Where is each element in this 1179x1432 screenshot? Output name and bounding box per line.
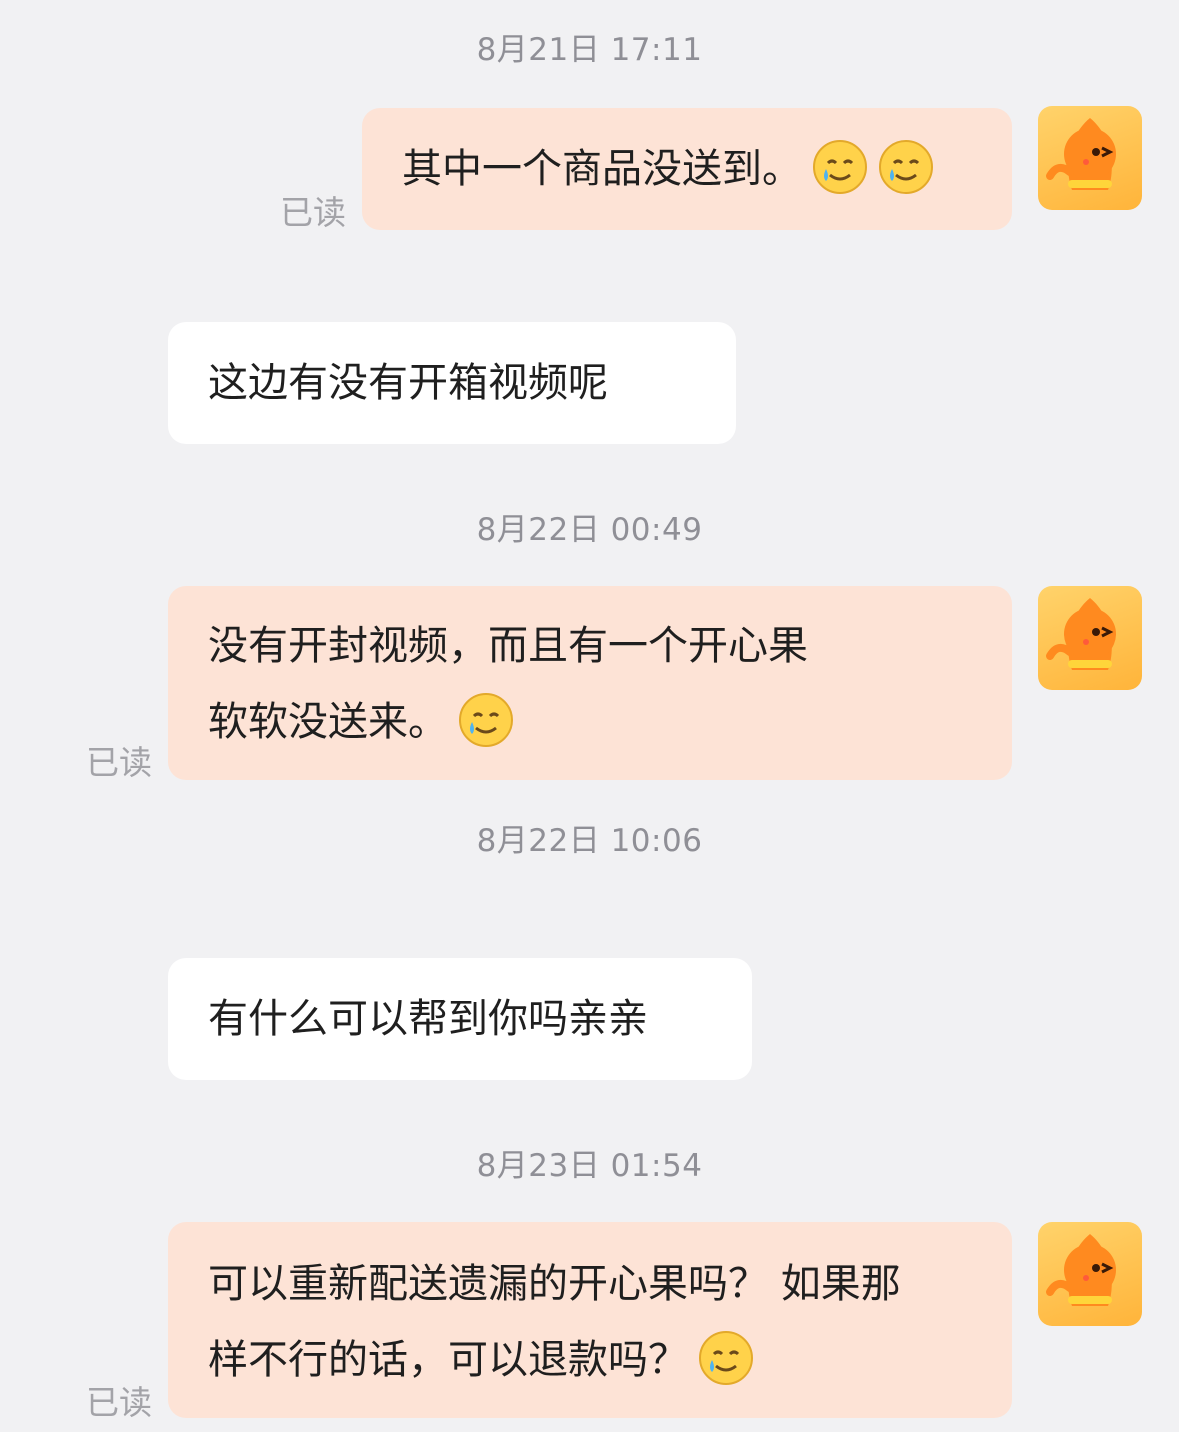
outgoing-message-bubble[interactable]: 没有开封视频，而且有一个开心果 软软没送来。 [168,586,1012,780]
user-avatar[interactable] [1038,586,1142,690]
mascot-icon [1046,118,1116,190]
read-receipt: 已读 [86,1383,152,1422]
message-text: 有什么可以帮到你吗亲亲 [208,996,648,1042]
timestamp: 8月22日 10:06 [476,823,703,859]
message-text-line: 样不行的话，可以退款吗？ [208,1337,688,1383]
read-receipt: 已读 [86,743,152,782]
read-receipt: 已读 [280,193,346,232]
message-text-line: 没有开封视频，而且有一个开心果 [208,623,808,669]
user-avatar[interactable] [1038,106,1142,210]
message-text-line: 软软没送来。 [208,699,448,745]
timestamp: 8月21日 17:11 [476,32,703,68]
timestamp: 8月23日 01:54 [476,1148,703,1184]
incoming-message-bubble[interactable]: 这边有没有开箱视频呢 [168,322,736,444]
crying-smile-emoji-icon [459,693,513,747]
outgoing-message-bubble[interactable]: 可以重新配送遗漏的开心果吗？ 如果那 样不行的话，可以退款吗？ [168,1222,1012,1418]
mascot-icon [1046,1234,1116,1306]
message-text: 这边有没有开箱视频呢 [208,360,608,406]
crying-smile-emoji-icon [879,140,933,194]
mascot-icon [1046,598,1116,670]
timestamp: 8月22日 00:49 [476,512,703,548]
message-text-line: 可以重新配送遗漏的开心果吗？ 如果那 [208,1261,901,1307]
message-text: 其中一个商品没送到。 [402,146,802,192]
user-avatar[interactable] [1038,1222,1142,1326]
outgoing-message-bubble[interactable]: 其中一个商品没送到。 [362,108,1012,230]
crying-smile-emoji-icon [699,1331,753,1385]
crying-smile-emoji-icon [813,140,867,194]
incoming-message-bubble[interactable]: 有什么可以帮到你吗亲亲 [168,958,752,1080]
